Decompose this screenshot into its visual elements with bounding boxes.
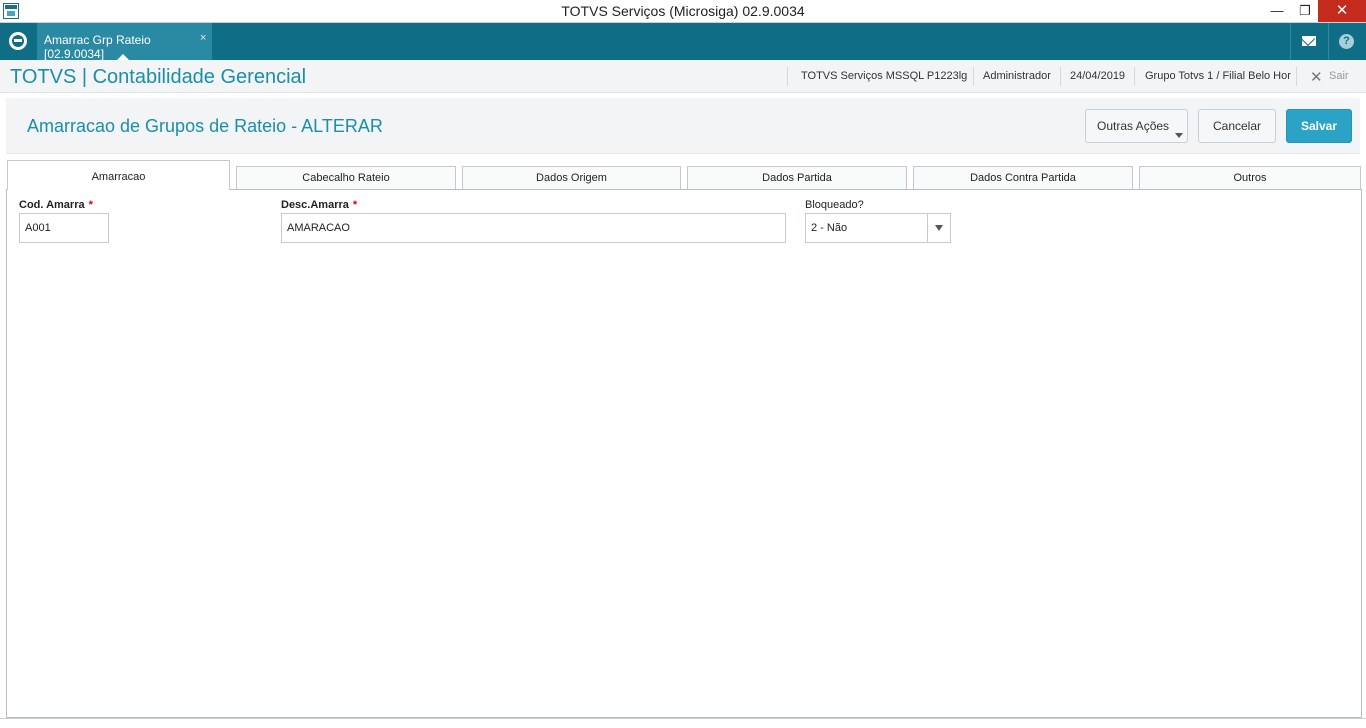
cancel-button[interactable]: Cancelar xyxy=(1198,109,1276,143)
tab-cabecalho-rateio[interactable]: Cabecalho Rateio xyxy=(236,166,456,190)
header-divider xyxy=(1134,67,1135,86)
header-divider xyxy=(787,67,788,86)
company-branch-info[interactable]: Grupo Totvs 1 / Filial Belo Hor xyxy=(1145,70,1291,82)
tabbar-divider xyxy=(1290,23,1291,60)
dropdown-caret-icon xyxy=(1175,133,1183,138)
bloqueado-selected-value: 2 - Não xyxy=(811,222,848,234)
header-divider xyxy=(1060,67,1061,86)
desc-amarra-input[interactable]: AMARACAO xyxy=(281,213,786,243)
action-bar: Amarracao de Grupos de Rateio - ALTERAR … xyxy=(6,98,1360,154)
document-tab-label: Amarrac Grp Rateio [02.9.0034] xyxy=(44,33,151,61)
cod-amarra-input[interactable]: A001 xyxy=(19,213,109,243)
app-header: TOTVS | Contabilidade Gerencial TOTVS Se… xyxy=(0,60,1366,93)
mail-icon[interactable] xyxy=(1302,36,1316,46)
cod-amarra-label: Cod. Amarra * xyxy=(19,199,93,211)
user-info: Administrador xyxy=(983,70,1051,82)
tab-amarracao[interactable]: Amarracao xyxy=(7,160,230,190)
page-title: Amarracao de Grupos de Rateio - ALTERAR xyxy=(27,116,383,136)
tabbar-divider xyxy=(1328,23,1329,60)
environment-info: TOTVS Serviços MSSQL P1223lg xyxy=(801,70,968,82)
document-tabbar: Amarrac Grp Rateio [02.9.0034] × ? xyxy=(0,23,1366,61)
save-button[interactable]: Salvar xyxy=(1286,109,1352,143)
bloqueado-select[interactable]: 2 - Não xyxy=(805,213,951,243)
header-divider xyxy=(973,67,974,86)
maximize-button[interactable]: ❐ xyxy=(1291,0,1319,22)
required-mark: * xyxy=(352,199,358,211)
other-actions-label: Outras Ações xyxy=(1097,119,1170,133)
app-title: TOTVS | Contabilidade Gerencial xyxy=(10,66,307,88)
bloqueado-label: Bloqueado? xyxy=(805,199,864,211)
cod-amarra-label-text: Cod. Amarra xyxy=(19,199,85,211)
tab-dados-origem[interactable]: Dados Origem xyxy=(462,166,681,190)
window-bottom-edge xyxy=(0,718,1366,728)
document-tab[interactable]: Amarrac Grp Rateio [02.9.0034] × xyxy=(37,23,212,61)
totvs-logo-icon[interactable] xyxy=(9,32,27,50)
exit-close-icon[interactable]: ✕ xyxy=(1310,68,1323,86)
other-actions-button[interactable]: Outras Ações xyxy=(1085,109,1188,143)
tab-outros[interactable]: Outros xyxy=(1139,166,1361,190)
window-close-button[interactable]: ✕ xyxy=(1318,0,1366,22)
document-tab-close-icon[interactable]: × xyxy=(200,32,206,44)
date-info: 24/04/2019 xyxy=(1070,70,1126,82)
exit-button[interactable]: Sair xyxy=(1329,70,1349,82)
header-divider xyxy=(1296,67,1297,86)
tab-dados-partida[interactable]: Dados Partida xyxy=(687,166,907,190)
desc-amarra-label-text: Desc.Amarra xyxy=(281,199,349,211)
window-titlebar: TOTVS Serviços (Microsiga) 02.9.0034 — ❐… xyxy=(0,0,1366,23)
chevron-down-icon[interactable] xyxy=(927,214,950,242)
required-mark: * xyxy=(88,199,93,211)
tab-dados-contra-partida[interactable]: Dados Contra Partida xyxy=(913,166,1133,190)
folder-tabs: Amarracao Cabecalho Rateio Dados Origem … xyxy=(6,160,1362,190)
desc-amarra-label: Desc.Amarra * xyxy=(281,199,357,211)
minimize-button[interactable]: — xyxy=(1263,0,1291,22)
help-icon[interactable]: ? xyxy=(1339,34,1354,49)
window-title: TOTVS Serviços (Microsiga) 02.9.0034 xyxy=(561,3,805,19)
form-panel: Cod. Amarra * A001 Desc.Amarra * AMARACAO … xyxy=(6,189,1362,718)
